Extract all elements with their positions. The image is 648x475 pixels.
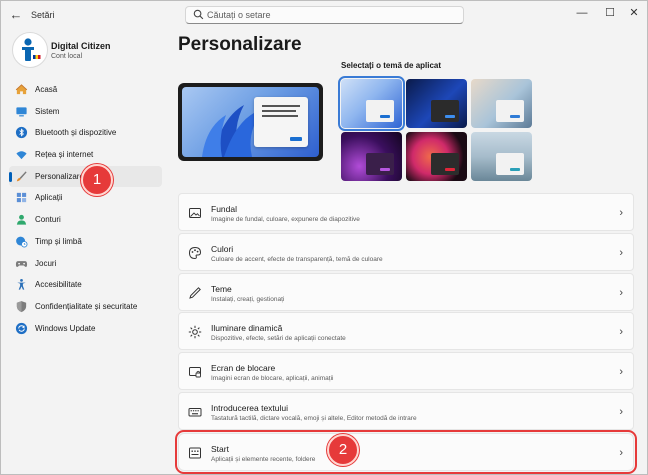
theme-sunrise[interactable] [471, 132, 532, 181]
lock-screen-icon [189, 367, 201, 378]
card-dynamic-lighting[interactable]: Iluminare dinamică Dispozitive, efecte, … [178, 312, 634, 350]
preview-window [254, 97, 308, 147]
card-colors[interactable]: Culori Culoare de accent, efecte de tran… [178, 233, 634, 271]
card-themes[interactable]: Teme Instalați, creați, gestionați › [178, 273, 634, 311]
sidebar-item-system[interactable]: Sistem [9, 101, 162, 123]
keyboard-icon [188, 408, 202, 417]
theme-glow[interactable] [471, 79, 532, 128]
start-menu-icon [189, 447, 201, 459]
pen-icon [189, 287, 201, 299]
sidebar-item-time-language[interactable]: Timp și limbă [9, 231, 162, 253]
accessibility-icon [17, 279, 26, 290]
user-icon [16, 214, 27, 225]
app-title: Setări [31, 10, 55, 20]
back-arrow-icon[interactable]: ← [7, 7, 25, 23]
chevron-right-icon: › [619, 447, 623, 459]
sidebar-item-bluetooth[interactable]: Bluetooth și dispozitive [9, 122, 162, 144]
themes-title: Selectați o temă de aplicat [341, 61, 442, 70]
theme-windows-light[interactable] [338, 76, 405, 131]
home-icon [15, 84, 28, 95]
shield-icon [16, 300, 27, 312]
sidebar-item-network[interactable]: Rețea și internet [9, 144, 162, 166]
page-title: Personalizare [178, 34, 302, 55]
card-text-input[interactable]: Introducerea textului Tastatură tactilă,… [178, 392, 634, 430]
chevron-right-icon: › [619, 207, 623, 219]
search-icon [193, 9, 205, 21]
theme-captured-motion[interactable] [341, 132, 402, 181]
title-bar: ← Setări Căutați o setare — ☐ ✕ [1, 1, 647, 29]
annotation-badge-1: 1 [81, 164, 113, 196]
card-start[interactable]: Start Aplicații și elemente recente, fol… [175, 430, 637, 474]
palette-icon [188, 246, 202, 260]
card-lock-screen[interactable]: Ecran de blocare Imagini ecran de blocar… [178, 352, 634, 390]
card-background[interactable]: Fundal Imagine de fundal, culoare, expun… [178, 193, 634, 231]
gamepad-icon [15, 260, 28, 267]
sidebar-item-home[interactable]: Acasă [9, 79, 162, 101]
chevron-right-icon: › [619, 287, 623, 299]
chevron-right-icon: › [619, 247, 623, 259]
chevron-right-icon: › [619, 406, 623, 418]
chevron-right-icon: › [619, 366, 623, 378]
sidebar-nav: Acasă Sistem Bluetooth și dispozitive Re… [9, 79, 162, 339]
sidebar-item-privacy[interactable]: Confidențialitate și securitate [9, 296, 162, 318]
sun-icon [188, 325, 202, 339]
digital-citizen-logo-icon [22, 38, 41, 61]
sidebar-item-windows-update[interactable]: Windows Update [9, 318, 162, 340]
brush-icon [16, 171, 27, 182]
chevron-right-icon: › [619, 326, 623, 338]
globe-clock-icon [16, 236, 28, 248]
search-input[interactable]: Căutați o setare [185, 6, 464, 24]
sidebar-item-accounts[interactable]: Conturi [9, 209, 162, 231]
minimize-button[interactable]: — [569, 5, 595, 21]
maximize-button[interactable]: ☐ [597, 5, 623, 21]
system-icon [16, 107, 27, 117]
settings-window: ← Setări Căutați o setare — ☐ ✕ Digital … [0, 0, 648, 475]
update-icon [15, 322, 28, 334]
search-placeholder: Căutați o setare [207, 10, 271, 20]
profile-name: Digital Citizen [51, 41, 111, 51]
annotation-badge-2: 2 [327, 434, 359, 466]
theme-preview [178, 83, 323, 161]
sidebar-item-gaming[interactable]: Jocuri [9, 253, 162, 275]
close-button[interactable]: ✕ [621, 5, 647, 21]
wifi-icon [16, 151, 27, 160]
image-icon [189, 208, 201, 218]
sidebar-item-accessibility[interactable]: Accesibilitate [9, 274, 162, 296]
theme-windows-dark[interactable] [406, 79, 467, 128]
avatar[interactable] [12, 32, 48, 68]
profile-subtitle: Cont local [51, 53, 83, 60]
theme-flow[interactable] [406, 132, 467, 181]
bluetooth-icon [15, 127, 28, 139]
apps-icon [16, 193, 27, 203]
